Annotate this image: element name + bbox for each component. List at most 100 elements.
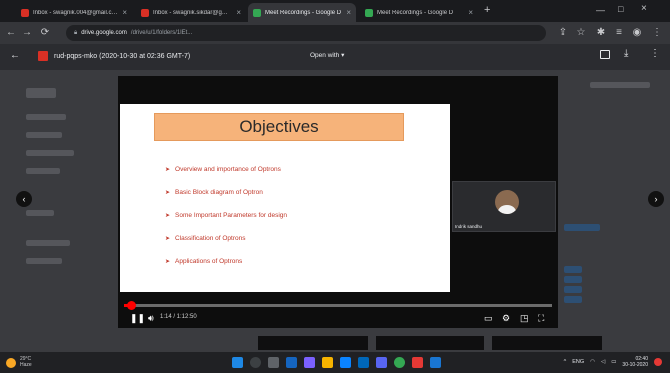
progress-bar[interactable]: [124, 301, 552, 310]
address-bar[interactable]: 🔒︎ drive.google.com /drive/u/1/folders/1…: [66, 25, 546, 41]
thumbnail-strip: [492, 336, 602, 350]
windows-taskbar: 29°C Haze ^ ENG ◠ ◁ ▭ 02:40 30-10-2020: [0, 352, 670, 373]
tray-chevron-icon[interactable]: ^: [564, 359, 567, 365]
close-tab-icon[interactable]: ×: [346, 8, 351, 17]
drive-file-bar: [564, 276, 582, 283]
speaker-icon[interactable]: ◁: [601, 359, 605, 365]
new-tab-button[interactable]: +: [484, 4, 490, 16]
download-icon[interactable]: ⤓: [624, 48, 628, 59]
video-controls: ❚❚ 🔊︎ 1:14 / 1:12:50 ▭ ⚙︎ ◳ ⛶: [118, 298, 558, 328]
slide-title: Objectives: [154, 113, 404, 141]
thumbnail-strip: [376, 336, 484, 350]
gmail-icon: [21, 8, 29, 17]
clock-date: 30-10-2020: [622, 362, 648, 368]
battery-icon[interactable]: ▭: [611, 359, 616, 365]
drive-preview-header: ← rud-pqps-mko (2020-10-30 at 02:36 GMT-…: [0, 44, 670, 70]
app-icon[interactable]: [430, 357, 441, 368]
maximize-button[interactable]: □: [618, 4, 623, 14]
close-tab-icon[interactable]: ×: [236, 8, 241, 17]
start-menu-icon[interactable]: [232, 357, 243, 368]
app-icon[interactable]: [412, 357, 423, 368]
extensions-icon[interactable]: ✱: [594, 26, 608, 40]
browser-toolbar: ← → ⟳ 🔒︎ drive.google.com /drive/u/1/fol…: [0, 22, 670, 44]
settings-gear-icon[interactable]: ⚙︎: [502, 313, 510, 323]
slide-bullet: Classification of Optrons: [165, 235, 245, 242]
participant-avatar: [495, 190, 519, 214]
file-explorer-icon[interactable]: [322, 357, 333, 368]
browser-tab-2[interactable]: Inbox - swagnik.sikdar@gmail.c ×: [136, 3, 246, 22]
open-with-button[interactable]: Open with ▾: [310, 51, 344, 59]
browser-tab-4[interactable]: Meet Recordings - Google D ×: [360, 3, 478, 22]
previous-file-button[interactable]: ‹: [16, 191, 32, 207]
back-arrow-icon[interactable]: ←: [4, 26, 18, 40]
captions-icon[interactable]: ▭: [484, 313, 493, 323]
slide-bullet: Applications of Optrons: [165, 258, 242, 265]
drive-toolbar-ghost: [590, 82, 650, 88]
tab-label: Meet Recordings - Google D: [265, 9, 342, 16]
drive-nav-item: [26, 150, 74, 156]
tab-label: Meet Recordings - Google D: [377, 9, 454, 16]
preview-file-title: rud-pqps-mko (2020-10-30 at 02:36 GMT-7): [38, 51, 190, 61]
drive-nav-item: [26, 240, 70, 246]
forward-arrow-icon[interactable]: →: [20, 26, 34, 40]
drive-nav-item: [26, 210, 54, 216]
share-icon[interactable]: ⇪: [556, 26, 570, 40]
drive-file-bar: [564, 224, 600, 231]
video-player[interactable]: Objectives Overview and importance of Op…: [118, 76, 558, 328]
teams-icon[interactable]: [304, 357, 315, 368]
google-drive-icon: [365, 8, 373, 17]
slide-bullet: Basic Block diagram of Optron: [165, 189, 263, 196]
system-tray: ^ ENG ◠ ◁ ▭ 02:40 30-10-2020: [564, 356, 662, 368]
close-tab-icon[interactable]: ×: [468, 8, 473, 17]
task-view-icon[interactable]: [268, 357, 279, 368]
widgets-icon[interactable]: [286, 357, 297, 368]
weather-icon: [6, 358, 16, 368]
participant-tile: Indrik sandhu: [452, 181, 556, 232]
close-window-button[interactable]: ×: [641, 3, 647, 14]
presentation-slide: Objectives Overview and importance of Op…: [120, 104, 450, 292]
google-drive-icon: [253, 8, 261, 17]
gmail-icon: [141, 8, 149, 17]
weather-widget[interactable]: 29°C Haze: [20, 356, 32, 368]
browser-tab-1[interactable]: Inbox - swagnik.004@gmail.com ×: [16, 3, 132, 22]
close-preview-button[interactable]: ←: [10, 50, 20, 61]
edge-icon[interactable]: [340, 357, 351, 368]
file-name: rud-pqps-mko (2020-10-30 at 02:36 GMT-7): [54, 52, 191, 60]
volume-icon[interactable]: 🔊︎: [148, 313, 154, 323]
clock[interactable]: 02:40 30-10-2020: [622, 356, 648, 368]
wifi-icon[interactable]: ◠: [590, 359, 595, 365]
media-icon[interactable]: ≡: [612, 26, 626, 40]
notification-icon[interactable]: [654, 358, 662, 366]
add-shortcut-icon[interactable]: [600, 50, 610, 59]
app-icon[interactable]: [376, 357, 387, 368]
drive-file-bar: [564, 266, 582, 273]
fullscreen-icon[interactable]: ⛶: [538, 313, 544, 323]
pause-icon[interactable]: ❚❚: [130, 313, 145, 323]
more-options-icon[interactable]: ⋮: [650, 48, 660, 59]
reload-icon[interactable]: ⟳: [38, 26, 52, 40]
language-indicator[interactable]: ENG: [572, 359, 584, 365]
search-icon[interactable]: [250, 357, 261, 368]
browser-tab-3[interactable]: Meet Recordings - Google D ×: [248, 3, 356, 22]
participant-name: Indrik sandhu: [455, 224, 483, 229]
minimize-button[interactable]: —: [596, 5, 605, 15]
drive-nav-item: [26, 114, 66, 120]
address-path: /drive/u/1/folders/1lEt...: [130, 30, 193, 36]
drive-file-bar: [564, 286, 582, 293]
drive-nav-item: [26, 258, 62, 264]
lock-icon: 🔒︎: [74, 29, 78, 36]
progress-scrubber[interactable]: [127, 301, 136, 310]
chrome-icon[interactable]: [394, 357, 405, 368]
slide-bullet: Overview and importance of Optrons: [165, 166, 281, 173]
miniplayer-icon[interactable]: ◳: [520, 313, 529, 323]
drive-new-button: [26, 88, 56, 98]
store-icon[interactable]: [358, 357, 369, 368]
next-file-button[interactable]: ›: [648, 191, 664, 207]
profile-icon[interactable]: ◉: [630, 26, 644, 40]
drive-file-bar: [564, 296, 582, 303]
star-icon[interactable]: ☆: [574, 26, 588, 40]
close-tab-icon[interactable]: ×: [122, 8, 127, 17]
menu-icon[interactable]: ⋮: [650, 26, 664, 40]
video-file-icon: [38, 51, 48, 61]
tab-label: Inbox - swagnik.004@gmail.com: [33, 9, 119, 16]
